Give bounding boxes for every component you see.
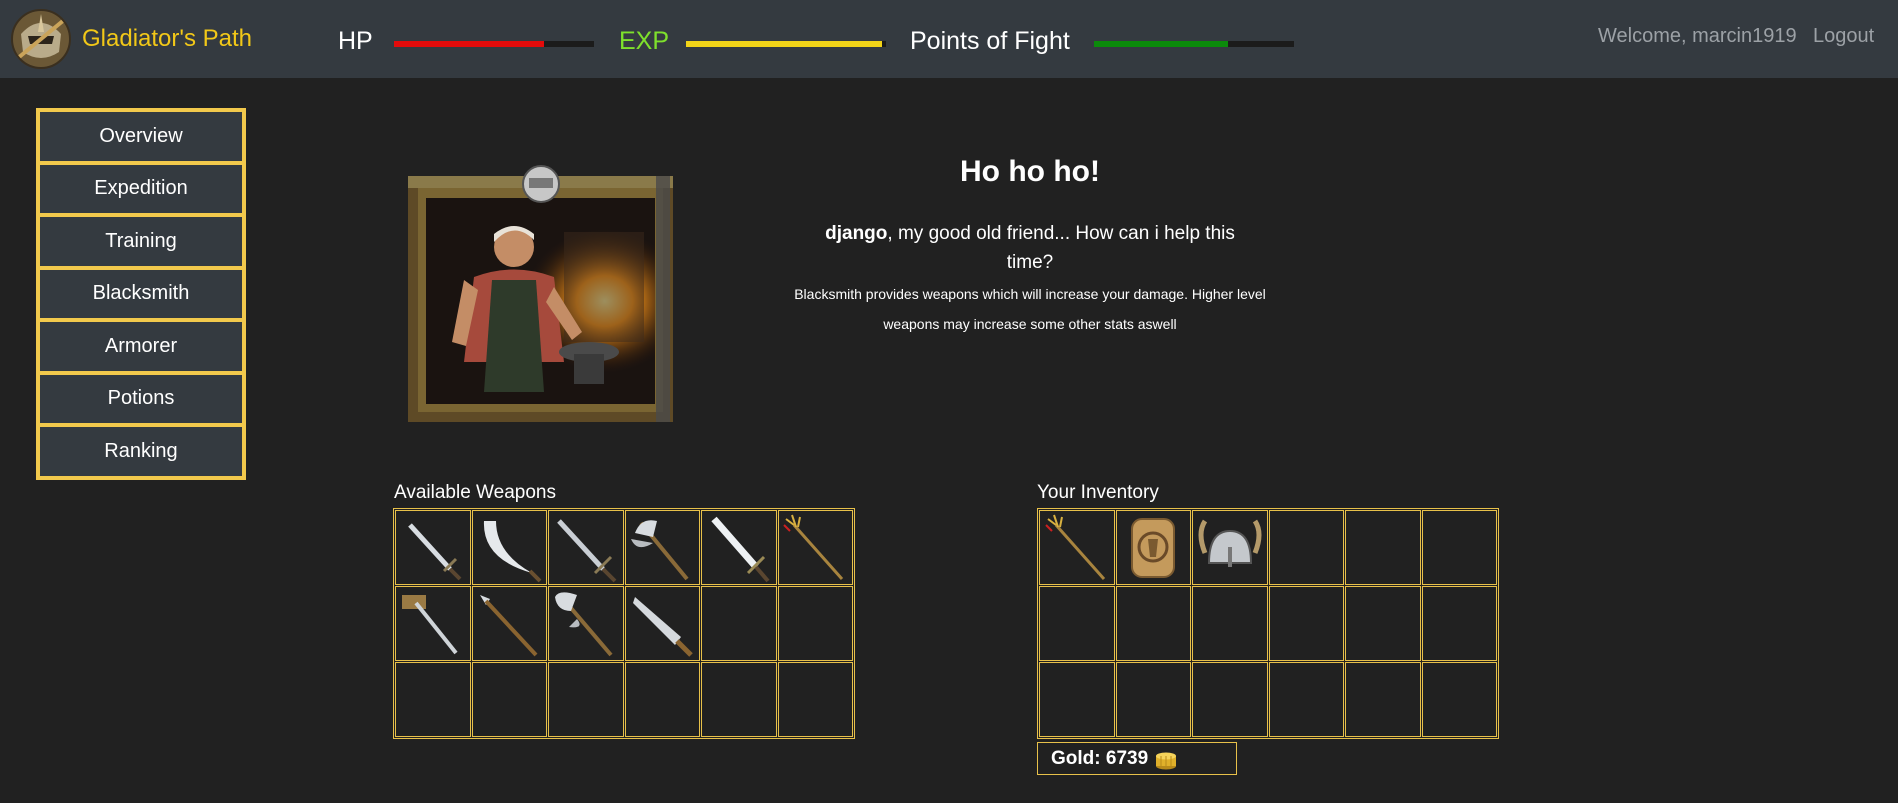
- hammer-icon: [401, 594, 458, 654]
- inventory-empty-slot[interactable]: [1039, 662, 1115, 737]
- inventory-empty-slot[interactable]: [1115, 662, 1191, 737]
- weapon-slot[interactable]: [471, 510, 547, 585]
- inventory-empty-slot[interactable]: [1421, 586, 1497, 661]
- inventory-empty-slot[interactable]: [1421, 510, 1497, 585]
- axe-icon: [631, 519, 689, 580]
- weapon-empty-slot[interactable]: [624, 662, 700, 737]
- inventory-empty-slot[interactable]: [1192, 586, 1268, 661]
- sidebar-item-potions[interactable]: Potions: [38, 372, 244, 425]
- inventory-empty-slot[interactable]: [1268, 510, 1344, 585]
- hp-label: HP: [338, 27, 373, 55]
- trident-icon: [783, 514, 844, 580]
- weapon-slot[interactable]: [624, 510, 700, 585]
- weapon-slot[interactable]: [624, 586, 700, 661]
- points-of-fight-bar-fill: [1094, 41, 1228, 47]
- hp-bar-fill: [394, 41, 544, 47]
- weapon-slot[interactable]: [548, 586, 624, 661]
- inventory-empty-slot[interactable]: [1345, 662, 1421, 737]
- greeting-text: , my good old friend... How can i help t…: [887, 223, 1235, 273]
- weapon-slot[interactable]: [701, 510, 777, 585]
- long-sword-icon: [556, 518, 617, 582]
- weapon-empty-slot[interactable]: [701, 586, 777, 661]
- inventory-empty-slot[interactable]: [1421, 662, 1497, 737]
- horned-helmet-icon: [1198, 519, 1262, 567]
- exp-bar-fill: [686, 41, 882, 47]
- amulet-icon: [1131, 517, 1176, 578]
- inventory-title: Your Inventory: [1037, 482, 1159, 503]
- gold-display: Gold: 6739: [1037, 742, 1237, 775]
- double-axe-icon: [554, 591, 613, 656]
- brand[interactable]: Gladiator's Path: [8, 6, 252, 72]
- points-of-fight-label: Points of Fight: [910, 27, 1070, 55]
- logout-link[interactable]: Logout: [1813, 25, 1874, 48]
- npc-description: Blacksmith provides weapons which will i…: [794, 286, 1266, 332]
- available-weapons-grid: [393, 508, 855, 739]
- top-navbar: Gladiator's Path HP EXP Points of Fight …: [0, 0, 1898, 78]
- inventory-empty-slot[interactable]: [1039, 586, 1115, 661]
- gladiator-helmet-logo-icon: [11, 9, 71, 69]
- inventory-grid: [1037, 508, 1499, 739]
- gold-coins-icon: [1156, 752, 1177, 769]
- inventory-slot[interactable]: [1115, 510, 1191, 585]
- player-name: django: [825, 223, 888, 244]
- inventory-slot[interactable]: [1192, 510, 1268, 585]
- weapon-empty-slot[interactable]: [701, 662, 777, 737]
- sidebar: Overview Expedition Training Blacksmith …: [36, 108, 246, 480]
- scimitar-icon: [484, 520, 542, 582]
- sidebar-item-armorer[interactable]: Armorer: [38, 320, 244, 373]
- inventory-empty-slot[interactable]: [1345, 586, 1421, 661]
- inventory-slot[interactable]: [1039, 510, 1115, 585]
- sidebar-item-overview[interactable]: Overview: [38, 110, 244, 163]
- inventory-empty-slot[interactable]: [1192, 662, 1268, 737]
- weapon-empty-slot[interactable]: [777, 586, 853, 661]
- npc-message: Ho ho ho! django, my good old friend... …: [780, 155, 1280, 339]
- sidebar-item-blacksmith[interactable]: Blacksmith: [38, 267, 244, 320]
- weapon-empty-slot[interactable]: [471, 662, 547, 737]
- inventory-empty-slot[interactable]: [1268, 586, 1344, 661]
- weapon-slot[interactable]: [395, 510, 471, 585]
- weapon-empty-slot[interactable]: [395, 662, 471, 737]
- exp-bar: [686, 41, 886, 47]
- exp-label: EXP: [619, 27, 670, 55]
- brand-name: Gladiator's Path: [82, 25, 253, 52]
- weapon-slot[interactable]: [777, 510, 853, 585]
- weapon-slot[interactable]: [471, 586, 547, 661]
- hp-bar: [394, 41, 594, 47]
- weapon-slot[interactable]: [395, 586, 471, 661]
- weapon-empty-slot[interactable]: [777, 662, 853, 737]
- spear-icon: [480, 594, 538, 656]
- sidebar-item-ranking[interactable]: Ranking: [38, 425, 244, 478]
- inventory-empty-slot[interactable]: [1345, 510, 1421, 585]
- gold-amount: Gold: 6739: [1051, 747, 1149, 769]
- trident-icon: [1045, 514, 1105, 580]
- machete-icon: [633, 596, 694, 657]
- npc-message-title: Ho ho ho!: [960, 155, 1100, 188]
- weapon-empty-slot[interactable]: [548, 662, 624, 737]
- short-sword-icon: [407, 522, 462, 580]
- npc-greeting: django, my good old friend... How can i …: [780, 219, 1280, 277]
- sidebar-item-expedition[interactable]: Expedition: [38, 162, 244, 215]
- broadsword-icon: [711, 516, 770, 582]
- blacksmith-portrait-icon: [408, 165, 673, 422]
- inventory-empty-slot[interactable]: [1115, 586, 1191, 661]
- available-weapons-title: Available Weapons: [394, 482, 556, 503]
- inventory-empty-slot[interactable]: [1268, 662, 1344, 737]
- points-of-fight-bar: [1094, 41, 1294, 47]
- welcome-text: Welcome, marcin1919: [1598, 25, 1797, 47]
- sidebar-item-training[interactable]: Training: [38, 215, 244, 268]
- weapon-slot[interactable]: [548, 510, 624, 585]
